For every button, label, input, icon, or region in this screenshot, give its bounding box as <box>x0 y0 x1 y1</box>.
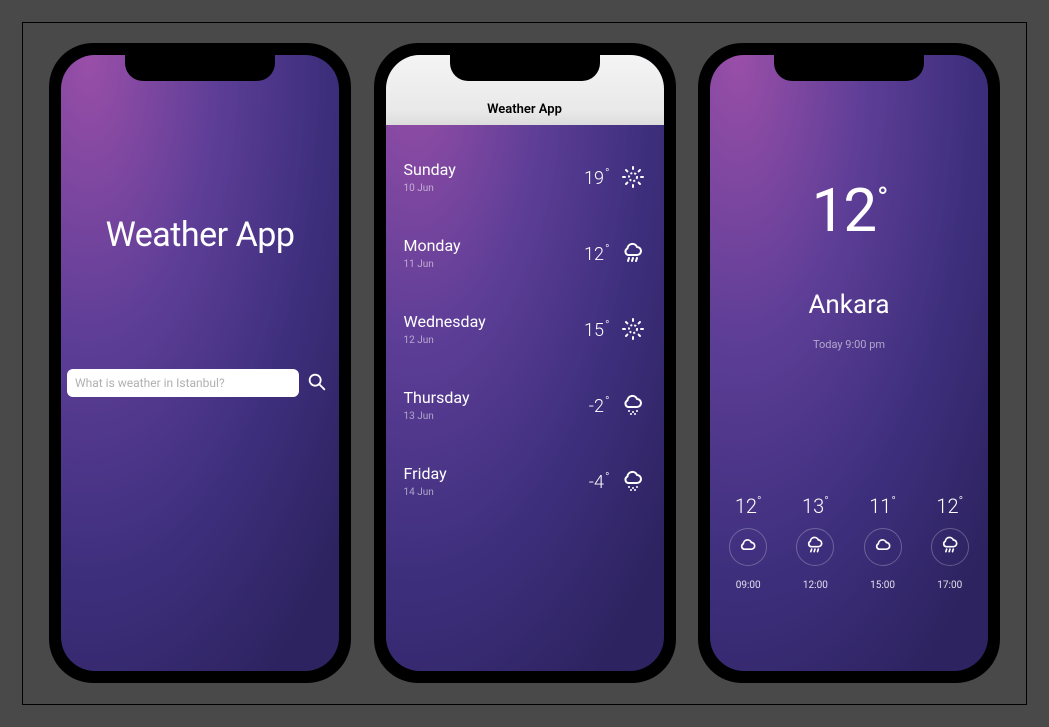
phone-detail: 12° Ankara Today 9:00 pm 12° 09:00 13° 12:0… <box>698 43 1000 683</box>
mockup-stage: Weather App Weather App Sunday 10 Jun 19° M… <box>22 22 1027 705</box>
forecast-temp: -2° <box>589 394 610 417</box>
rain-icon <box>805 535 825 559</box>
forecast-date: 12 Jun <box>404 335 486 346</box>
hourly-item[interactable]: 13° 12:00 <box>786 494 844 591</box>
hourly-icon-circle <box>796 528 834 566</box>
forecast-date: 14 Jun <box>404 487 447 498</box>
hourly-temp: 12° <box>719 494 777 518</box>
forecast-date: 10 Jun <box>404 183 456 194</box>
hourly-time: 15:00 <box>854 580 912 591</box>
forecast-row[interactable]: Monday 11 Jun 12° <box>404 215 646 291</box>
screen-forecast: Weather App Sunday 10 Jun 19° Monday 11 Jun 1… <box>386 55 664 671</box>
forecast-row-left: Thursday 13 Jun <box>404 388 470 422</box>
search-input[interactable] <box>67 369 299 397</box>
hourly-item[interactable]: 12° 09:00 <box>719 494 777 591</box>
forecast-temp: 15° <box>584 318 610 341</box>
forecast-row-left: Sunday 10 Jun <box>404 160 456 194</box>
detail-header: 12° Ankara Today 9:00 pm <box>710 175 988 351</box>
forecast-row-right: 15° <box>584 316 646 342</box>
forecast-row-right: 19° <box>584 164 646 190</box>
sunny-icon <box>620 164 646 190</box>
forecast-row-left: Friday 14 Jun <box>404 464 447 498</box>
current-temperature-value: 12 <box>812 175 875 246</box>
hourly-temp: 12° <box>921 494 979 518</box>
hourly-time: 09:00 <box>719 580 777 591</box>
search-row <box>61 367 339 399</box>
app-title: Weather App <box>61 215 339 255</box>
snow-icon <box>620 468 646 494</box>
hourly-temp: 13° <box>786 494 844 518</box>
forecast-row-left: Monday 11 Jun <box>404 236 461 270</box>
forecast-row-right: -2° <box>589 392 646 418</box>
forecast-row-right: 12° <box>584 240 646 266</box>
forecast-row[interactable]: Sunday 10 Jun 19° <box>404 139 646 215</box>
hourly-icon-circle <box>864 528 902 566</box>
screen-detail: 12° Ankara Today 9:00 pm 12° 09:00 13° 12:0… <box>710 55 988 671</box>
hourly-item[interactable]: 12° 17:00 <box>921 494 979 591</box>
forecast-row-left: Wednesday 12 Jun <box>404 312 486 346</box>
forecast-day: Sunday <box>404 160 456 179</box>
rain-icon <box>620 240 646 266</box>
forecast-row[interactable]: Thursday 13 Jun -2° <box>404 367 646 443</box>
hourly-icon-circle <box>729 528 767 566</box>
rain-icon <box>940 535 960 559</box>
forecast-day: Wednesday <box>404 312 486 331</box>
hourly-row[interactable]: 12° 09:00 13° 12:00 11° 15:00 12° 17:00 <box>710 494 988 591</box>
phone-forecast: Weather App Sunday 10 Jun 19° Monday 11 Jun 1… <box>374 43 676 683</box>
forecast-row-right: -4° <box>589 468 646 494</box>
forecast-row[interactable]: Wednesday 12 Jun 15° <box>404 291 646 367</box>
hourly-time: 17:00 <box>921 580 979 591</box>
search-icon <box>306 371 328 396</box>
forecast-list[interactable]: Sunday 10 Jun 19° Monday 11 Jun 12° Wednesday 1… <box>386 125 664 671</box>
notch <box>450 55 600 81</box>
forecast-temp: 12° <box>584 242 610 265</box>
forecast-row[interactable]: Friday 14 Jun -4° <box>404 443 646 519</box>
sunny-icon <box>620 316 646 342</box>
hourly-time: 12:00 <box>786 580 844 591</box>
hourly-icon-circle <box>931 528 969 566</box>
phone-search: Weather App <box>49 43 351 683</box>
nav-title: Weather App <box>487 102 562 117</box>
notch <box>125 55 275 81</box>
forecast-temp: 19° <box>584 166 610 189</box>
forecast-day: Thursday <box>404 388 470 407</box>
search-button[interactable] <box>299 367 331 399</box>
cloud-icon <box>738 535 758 559</box>
degree-symbol: ° <box>877 181 886 216</box>
forecast-day: Monday <box>404 236 461 255</box>
current-temperature: 12° <box>710 175 988 246</box>
timestamp-label: Today 9:00 pm <box>710 338 988 351</box>
forecast-date: 13 Jun <box>404 411 470 422</box>
hourly-temp: 11° <box>854 494 912 518</box>
forecast-day: Friday <box>404 464 447 483</box>
notch <box>774 55 924 81</box>
forecast-date: 11 Jun <box>404 259 461 270</box>
screen-search: Weather App <box>61 55 339 671</box>
city-label: Ankara <box>710 290 988 320</box>
forecast-temp: -4° <box>589 470 610 493</box>
hourly-item[interactable]: 11° 15:00 <box>854 494 912 591</box>
cloud-icon <box>873 535 893 559</box>
snow-icon <box>620 392 646 418</box>
